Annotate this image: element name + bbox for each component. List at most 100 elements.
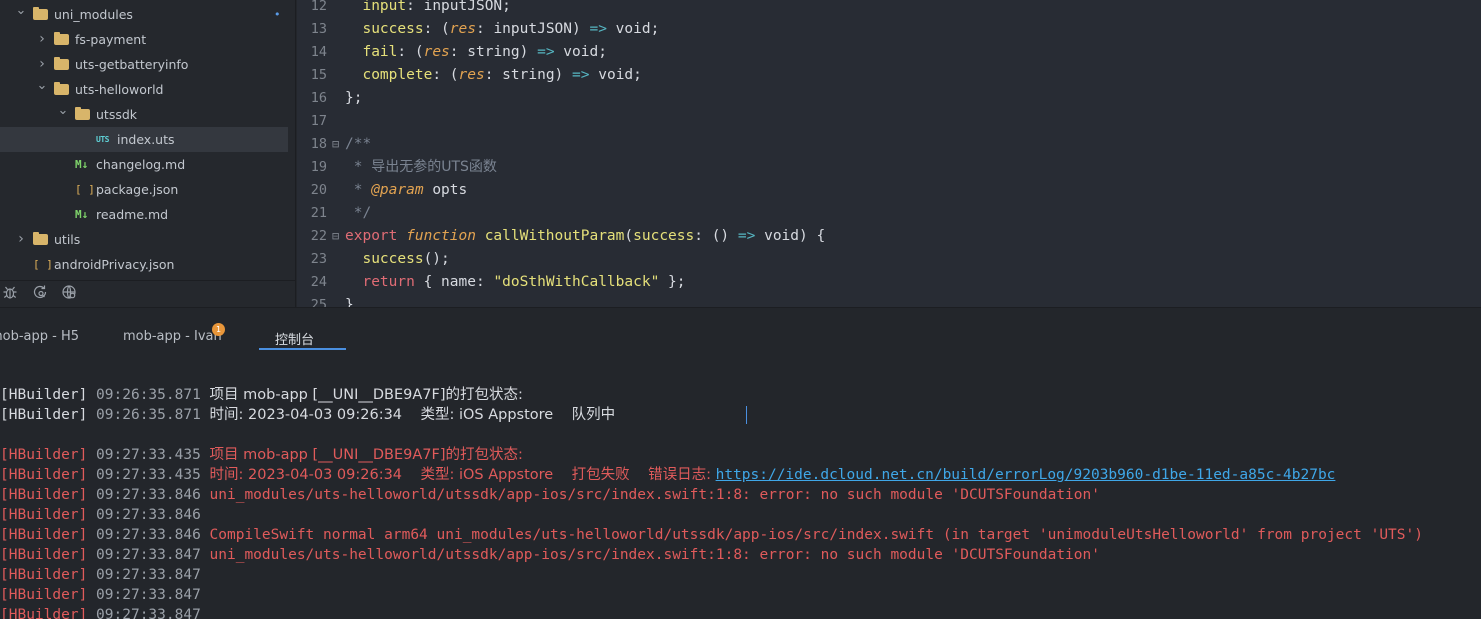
tree-item-package-json[interactable]: [ ] package.json xyxy=(0,177,288,202)
code-line[interactable]: 12 input: inputJSON; xyxy=(297,0,1481,18)
tree-item-label: package.json xyxy=(96,182,179,197)
tree-item-androidprivacy-json[interactable]: [ ] androidPrivacy.json xyxy=(0,252,288,277)
log-line: [HBuilder] 09:27:33.847 xyxy=(0,567,201,583)
fold-icon[interactable]: ⊟ xyxy=(332,133,339,156)
code-line[interactable]: 22 ⊟ export function callWithoutParam(succ… xyxy=(297,225,1481,248)
tab-mob-app-h5[interactable]: mob-app - H5 xyxy=(0,329,79,344)
code-line[interactable]: 24 return { name: "doSthWithCallback" }; xyxy=(297,271,1481,294)
line-number: 16 xyxy=(310,90,327,106)
notification-badge: 1 xyxy=(212,323,225,336)
tree-item-label: uni_modules xyxy=(54,7,133,22)
code-text: fail: (res: string) => void; xyxy=(362,44,607,60)
line-number: 24 xyxy=(310,274,327,290)
tree-item-label: uts-helloworld xyxy=(75,82,164,97)
log-line: [HBuilder] 09:27:33.846 uni_modules/uts-… xyxy=(0,487,1100,503)
globe-icon[interactable] xyxy=(61,284,81,304)
folder-icon xyxy=(33,232,48,245)
line-number: 22 xyxy=(310,228,327,244)
md-file-icon: M↓ xyxy=(75,208,89,221)
folder-icon xyxy=(75,107,90,120)
line-number: 13 xyxy=(310,21,327,37)
code-line[interactable]: 21 */ xyxy=(297,202,1481,225)
tree-item-label: androidPrivacy.json xyxy=(54,257,175,272)
tree-item-uts-helloworld[interactable]: ⌄ uts-helloworld xyxy=(0,77,288,102)
code-text: complete: (res: string) => void; xyxy=(362,67,642,83)
tree-item-uni-modules[interactable]: ⌄ uni_modules • xyxy=(0,2,288,27)
code-text: /** xyxy=(345,136,372,152)
log-line: [HBuilder] 09:27:33.435 时间: 2023-04-03 0… xyxy=(0,467,1336,483)
code-text: * 导出无参的UTS函数 xyxy=(345,159,497,175)
line-number: 15 xyxy=(310,67,327,83)
line-number: 20 xyxy=(310,182,327,198)
json-file-icon: [ ] xyxy=(75,183,95,196)
tree-item-label: readme.md xyxy=(96,207,169,222)
md-file-icon: M↓ xyxy=(75,158,89,171)
code-line[interactable]: 20 * @param opts xyxy=(297,179,1481,202)
log-line: [HBuilder] 09:26:35.871 项目 mob-app [__UN… xyxy=(0,387,523,403)
line-number: 19 xyxy=(310,159,327,175)
tree-item-fs-payment[interactable]: › fs-payment xyxy=(0,27,288,52)
code-line[interactable]: 19 * 导出无参的UTS函数 xyxy=(297,156,1481,179)
chevron-down-icon[interactable]: ⌄ xyxy=(57,98,69,123)
folder-icon xyxy=(54,57,69,70)
tree-item-index-uts[interactable]: UTS index.uts xyxy=(0,127,288,152)
code-text: }; xyxy=(345,90,363,106)
line-number: 14 xyxy=(310,44,327,60)
code-line[interactable]: 17 xyxy=(297,110,1481,133)
folder-icon xyxy=(54,32,69,45)
modified-indicator: • xyxy=(274,8,281,21)
log-line: [HBuilder] 09:27:33.846 CompileSwift nor… xyxy=(0,527,1423,543)
chevron-right-icon[interactable]: › xyxy=(36,27,48,52)
code-line[interactable]: 18 ⊟ /** xyxy=(297,133,1481,156)
fold-icon[interactable]: ⊟ xyxy=(332,225,339,248)
log-line: [HBuilder] 09:27:33.846 xyxy=(0,507,201,523)
tree-item-label: utils xyxy=(54,232,81,247)
code-text: */ xyxy=(345,205,372,221)
line-number: 18 xyxy=(310,136,327,152)
code-text: success: (res: inputJSON) => void; xyxy=(362,21,660,37)
refresh-search-icon[interactable] xyxy=(32,284,52,304)
code-line[interactable]: 16}; xyxy=(297,87,1481,110)
chevron-down-icon[interactable]: ⌄ xyxy=(36,73,48,98)
code-line[interactable]: 23 success(); xyxy=(297,248,1481,271)
file-tree: ⌄ uni_modules • › fs-payment › uts-getbatteryi… xyxy=(0,2,288,277)
tree-item-utils[interactable]: › utils xyxy=(0,227,288,252)
sidebar-toolbar xyxy=(0,280,296,307)
error-log-link[interactable]: https://ide.dcloud.net.cn/build/errorLog… xyxy=(716,467,1336,483)
code-text: success(); xyxy=(362,251,450,267)
line-number: 17 xyxy=(310,113,327,129)
chevron-right-icon[interactable]: › xyxy=(15,227,27,252)
folder-icon xyxy=(54,82,69,95)
line-number: 25 xyxy=(310,297,327,307)
tree-item-changelog-md[interactable]: M↓ changelog.md xyxy=(0,152,288,177)
code-text: } xyxy=(345,297,354,307)
tab-mob-app-ivan[interactable]: mob-app - Ivan xyxy=(123,329,222,344)
line-number: 21 xyxy=(310,205,327,221)
tree-item-label: index.uts xyxy=(117,132,175,147)
log-line: [HBuilder] 09:26:35.871 时间: 2023-04-03 0… xyxy=(0,407,616,423)
folder-icon xyxy=(33,7,48,20)
line-number: 12 xyxy=(310,0,327,14)
code-line[interactable]: 25} xyxy=(297,294,1481,307)
code-editor[interactable]: 12 input: inputJSON; 13 success: (res: in… xyxy=(297,0,1481,307)
code-line[interactable]: 14 fail: (res: string) => void; xyxy=(297,41,1481,64)
bug-icon[interactable] xyxy=(2,284,22,304)
code-line[interactable]: 15 complete: (res: string) => void; xyxy=(297,64,1481,87)
log-line: [HBuilder] 09:27:33.435 项目 mob-app [__UN… xyxy=(0,447,523,463)
code-text: return { name: "doSthWithCallback" }; xyxy=(362,274,686,290)
code-line[interactable]: 13 success: (res: inputJSON) => void; xyxy=(297,18,1481,41)
tree-item-label: uts-getbatteryinfo xyxy=(75,57,189,72)
tree-item-label: utssdk xyxy=(96,107,138,122)
tree-item-utssdk[interactable]: ⌄ utssdk xyxy=(0,102,288,127)
active-tab-indicator xyxy=(259,348,346,350)
console-panel: mob-app - H5 mob-app - Ivan 1 控制台 [HBuil… xyxy=(0,307,1481,619)
tree-item-label: fs-payment xyxy=(75,32,147,47)
file-explorer: ⌄ uni_modules • › fs-payment › uts-getbatteryi… xyxy=(0,0,296,307)
code-text: export function callWithoutParam(success… xyxy=(345,228,826,244)
tree-item-readme-md[interactable]: M↓ readme.md xyxy=(0,202,288,227)
code-text: * @param opts xyxy=(345,182,468,198)
uts-file-icon: UTS xyxy=(96,135,109,144)
tab-console[interactable]: 控制台 xyxy=(275,329,314,348)
log-line: [HBuilder] 09:27:33.847 xyxy=(0,607,201,619)
chevron-down-icon[interactable]: ⌄ xyxy=(15,0,27,23)
